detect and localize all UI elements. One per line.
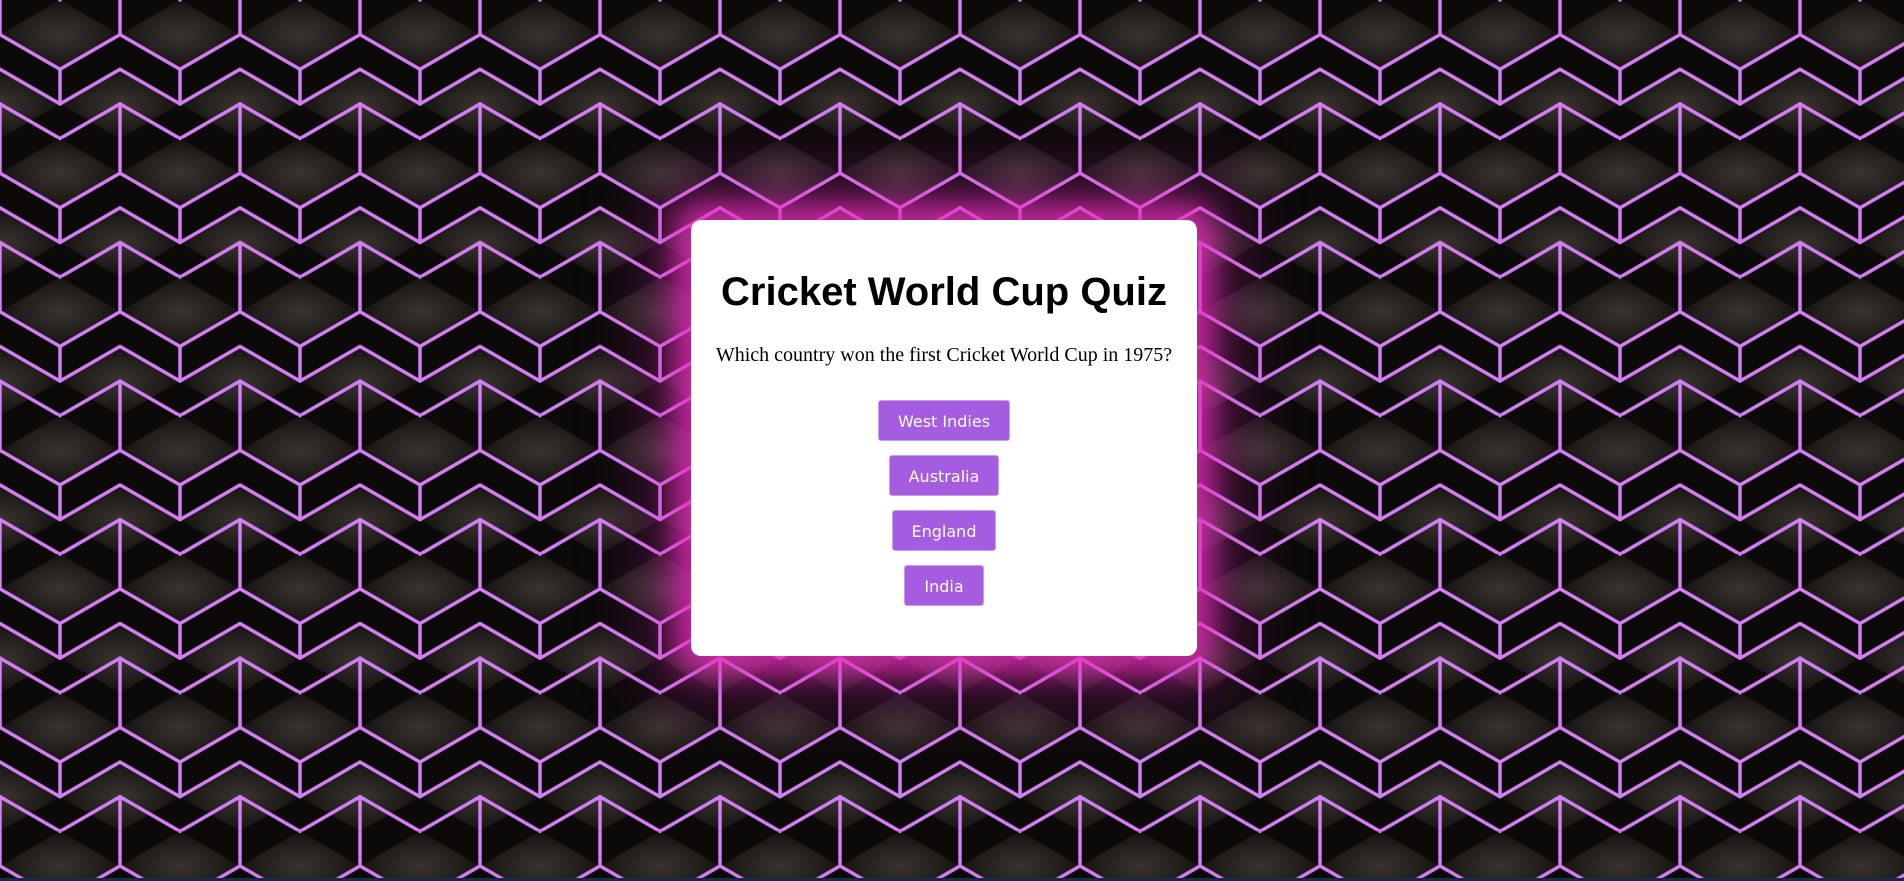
question-text: Which country won the first Cricket Worl… (715, 344, 1173, 366)
answer-button-india[interactable]: India (904, 565, 984, 606)
answer-button-australia[interactable]: Australia (888, 455, 1000, 496)
answer-button-england[interactable]: England (891, 510, 997, 551)
quiz-card: Cricket World Cup Quiz Which country won… (691, 220, 1197, 656)
answer-button-west-indies[interactable]: West Indies (877, 400, 1011, 441)
quiz-title: Cricket World Cup Quiz (721, 270, 1167, 314)
answer-options: West Indies Australia England India (691, 400, 1197, 606)
